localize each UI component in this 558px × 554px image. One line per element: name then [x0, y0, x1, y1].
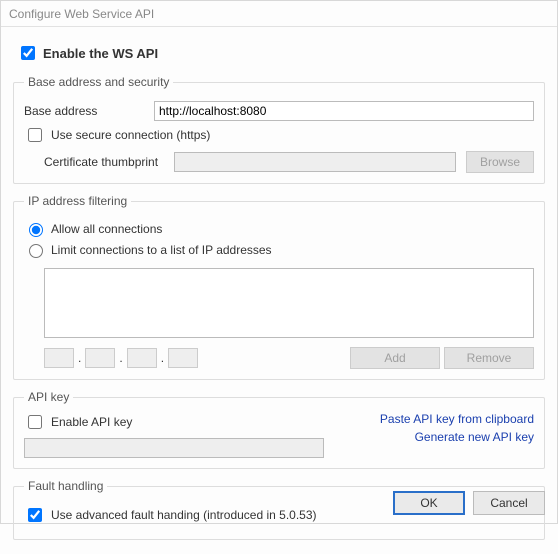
use-https-row: Use secure connection (https)	[24, 125, 534, 145]
ip-octets: . . .	[44, 348, 198, 368]
window-title: Configure Web Service API	[1, 1, 557, 27]
ok-button[interactable]: OK	[393, 491, 465, 515]
limit-label: Limit connections to a list of IP addres…	[51, 243, 272, 257]
fault-handling-legend: Fault handling	[24, 479, 107, 493]
use-https-checkbox[interactable]	[28, 128, 42, 142]
apikey-input	[24, 438, 324, 458]
ip-octet-2	[85, 348, 115, 368]
use-https-label: Use secure connection (https)	[51, 128, 210, 142]
cert-thumbprint-row: Certificate thumbprint Browse	[44, 151, 534, 173]
enable-apikey-checkbox[interactable]	[28, 415, 42, 429]
base-address-input[interactable]	[154, 101, 534, 121]
ip-filter-legend: IP address filtering	[24, 194, 131, 208]
generate-apikey-link[interactable]: Generate new API key	[415, 430, 534, 444]
ip-octet-1	[44, 348, 74, 368]
dialog-content: Enable the WS API Base address and secur…	[1, 27, 557, 554]
api-key-group: API key Enable API key Paste API key fro…	[13, 390, 545, 469]
dialog-footer: OK Cancel	[393, 491, 545, 515]
ip-list-textarea	[44, 268, 534, 338]
api-key-links: Paste API key from clipboard Generate ne…	[380, 412, 534, 458]
enable-apikey-label: Enable API key	[51, 415, 132, 429]
remove-ip-button: Remove	[444, 347, 534, 369]
ip-actions-row: . . . Add Remove	[44, 347, 534, 369]
paste-apikey-link[interactable]: Paste API key from clipboard	[380, 412, 534, 426]
allow-all-row: Allow all connections	[24, 220, 534, 237]
browse-button: Browse	[466, 151, 534, 173]
enable-api-checkbox[interactable]	[21, 46, 35, 60]
dialog-window: Configure Web Service API Enable the WS …	[0, 0, 558, 524]
ip-list-container: . . . Add Remove	[44, 262, 534, 369]
ip-filter-group: IP address filtering Allow all connectio…	[13, 194, 545, 380]
advanced-fault-checkbox[interactable]	[28, 508, 42, 522]
cancel-button[interactable]: Cancel	[473, 491, 545, 515]
base-security-legend: Base address and security	[24, 75, 173, 89]
limit-radio[interactable]	[29, 244, 43, 258]
allow-all-label: Allow all connections	[51, 222, 162, 236]
base-address-label: Base address	[24, 104, 154, 118]
ip-octet-4	[168, 348, 198, 368]
base-address-row: Base address	[24, 101, 534, 121]
base-security-group: Base address and security Base address U…	[13, 75, 545, 184]
enable-api-label: Enable the WS API	[43, 46, 158, 61]
cert-thumbprint-input	[174, 152, 456, 172]
cert-thumbprint-label: Certificate thumbprint	[44, 155, 174, 169]
enable-apikey-row: Enable API key	[24, 412, 380, 432]
add-ip-button: Add	[350, 347, 440, 369]
enable-api-row: Enable the WS API	[17, 43, 545, 63]
api-key-legend: API key	[24, 390, 73, 404]
limit-row: Limit connections to a list of IP addres…	[24, 241, 534, 258]
advanced-fault-label: Use advanced fault handing (introduced i…	[51, 508, 317, 522]
allow-all-radio[interactable]	[29, 223, 43, 237]
ip-octet-3	[127, 348, 157, 368]
api-key-block: Enable API key Paste API key from clipbo…	[24, 412, 534, 458]
